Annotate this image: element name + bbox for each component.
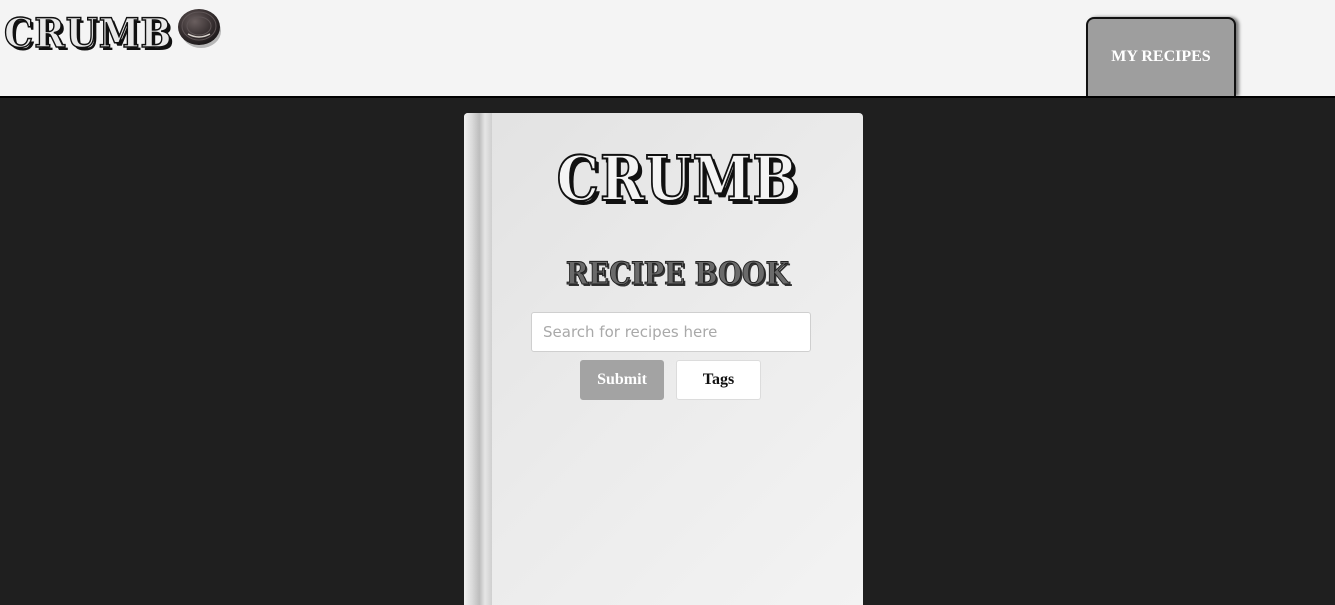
brand-name: CRUMB [3,9,173,58]
book-subtitle: RECIPE BOOK [565,256,790,293]
brand-logo[interactable]: CRUMB [3,8,187,68]
recipe-book-card: CRUMB RECIPE BOOK Submit Tags [464,113,863,605]
book-title: CRUMB [556,141,799,216]
nav-tab-my-recipes[interactable]: MY RECIPES [1086,17,1236,96]
top-header: CRUMB MY RECIPES [0,0,1335,98]
cookie-icon [178,9,221,48]
submit-button[interactable]: Submit [580,360,664,400]
book-spine [464,113,492,605]
tags-button[interactable]: Tags [676,360,761,400]
recipe-search-input[interactable] [531,312,811,352]
